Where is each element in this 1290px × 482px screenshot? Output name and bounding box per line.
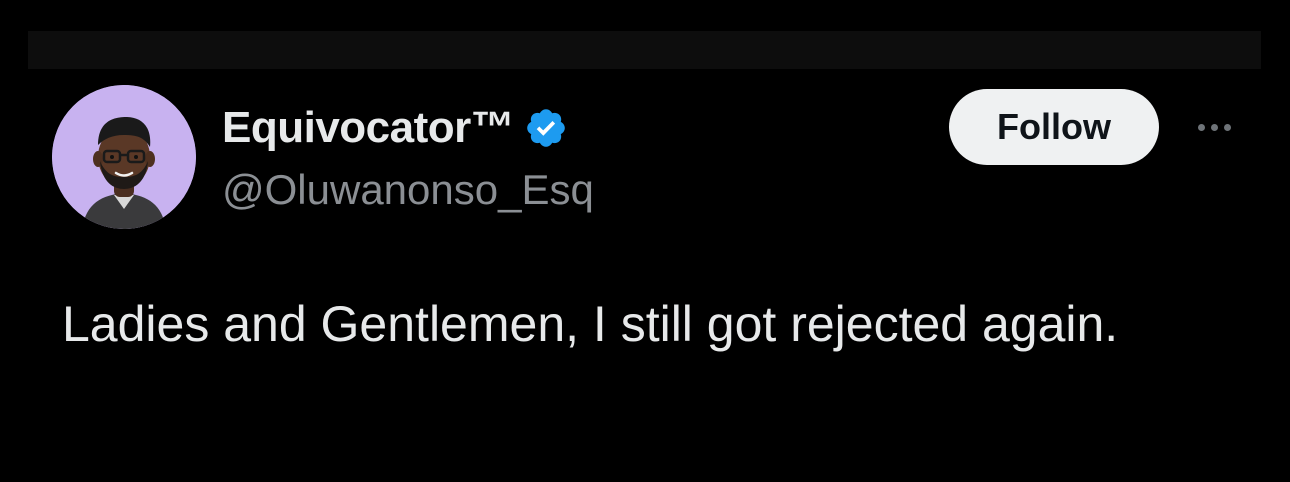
more-dot [1197,123,1205,131]
more-dot [1223,123,1231,131]
tweet-text: Ladies and Gentlemen, I still got reject… [62,296,1119,352]
more-options-icon[interactable] [1186,110,1242,144]
tweet-card: Equivocator™ @Oluwanonso_Esq Follow Ladi… [0,0,1290,482]
author-handle[interactable]: @Oluwanonso_Esq [222,162,594,218]
display-name[interactable]: Equivocator™ [222,100,515,156]
verified-badge-icon [524,106,568,150]
author-name-row: Equivocator™ [222,100,568,156]
follow-button[interactable]: Follow [949,89,1159,165]
more-dot [1210,123,1218,131]
memoji-avatar-icon [52,85,196,229]
avatar[interactable] [52,85,196,229]
